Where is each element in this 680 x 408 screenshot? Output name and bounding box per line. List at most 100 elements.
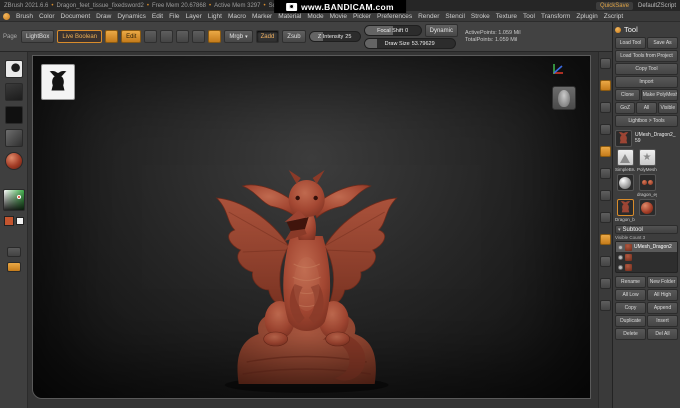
import-button[interactable]: Import	[615, 76, 678, 88]
scale-mode-icon[interactable]	[176, 30, 190, 43]
edit-button[interactable]: Edit	[121, 30, 142, 43]
menu-item[interactable]: Mode	[304, 13, 326, 20]
texture-icon[interactable]	[4, 129, 23, 147]
menu-item[interactable]: Light	[205, 13, 225, 20]
tray-widget-icon[interactable]	[600, 212, 611, 223]
color-picker[interactable]	[2, 189, 25, 211]
menu-item[interactable]: File	[166, 13, 182, 20]
save-as-button[interactable]: Save As	[647, 37, 678, 49]
menu-item[interactable]: Color	[36, 13, 58, 20]
goz-button[interactable]: GoZ	[615, 102, 636, 114]
tray-widget-icon[interactable]	[600, 278, 611, 289]
eye-icon[interactable]	[618, 244, 623, 250]
tray-widget-icon[interactable]	[600, 168, 611, 179]
tray-widget-icon[interactable]	[600, 234, 611, 245]
lightbox-button[interactable]: LightBox	[21, 30, 55, 43]
dynamic-button[interactable]: Dynamic	[424, 24, 458, 37]
tray-widget-icon[interactable]	[600, 190, 611, 201]
menu-item[interactable]: Dynamics	[114, 13, 149, 20]
clone-button[interactable]: Clone	[615, 89, 640, 101]
subtool-section-header[interactable]: ▾ Subtool	[615, 225, 678, 234]
zsub-button[interactable]: Zsub	[282, 30, 306, 43]
zbrush-logo-icon[interactable]	[3, 12, 10, 20]
menu-item[interactable]: Brush	[13, 13, 36, 20]
menu-item[interactable]: Zplugin	[573, 13, 600, 20]
quicksave-button[interactable]: QuickSave	[595, 1, 633, 10]
menu-item[interactable]: Edit	[149, 13, 166, 20]
subtool-row[interactable]	[616, 262, 677, 272]
document-thumbnail[interactable]	[41, 64, 75, 100]
projection-master-icon[interactable]	[105, 30, 119, 43]
subtool-action-button[interactable]: New Folder	[647, 276, 678, 288]
tool-thumb-dragon-eyes[interactable]	[638, 174, 656, 191]
all-button[interactable]: All	[636, 102, 657, 114]
load-tool-button[interactable]: Load Tool	[615, 37, 646, 49]
tray-widget-icon[interactable]	[600, 124, 611, 135]
tray-widget-icon[interactable]	[600, 146, 611, 157]
menu-item[interactable]: Draw	[93, 13, 114, 20]
menu-item[interactable]: Layer	[183, 13, 205, 20]
visible-button[interactable]: Visible	[657, 102, 678, 114]
make-polymesh3d-button[interactable]: Make PolyMesh3D	[640, 89, 678, 101]
eye-icon[interactable]	[618, 264, 623, 270]
tool-thumb-simplebrush[interactable]	[616, 149, 634, 166]
main-color-swatch[interactable]	[3, 216, 14, 226]
tray-widget-icon[interactable]	[600, 102, 611, 113]
tool-palette-header[interactable]: Tool	[615, 24, 678, 35]
orientation-axis-icon[interactable]	[550, 62, 566, 76]
menu-item[interactable]: Stencil	[442, 13, 468, 20]
subtool-action-button[interactable]: Rename	[615, 276, 646, 288]
draw-mode-icon[interactable]	[144, 30, 158, 43]
default-zscript-label[interactable]: DefaultZScript	[638, 3, 676, 9]
tray-widget-icon[interactable]	[600, 300, 611, 311]
focal-shift-slider[interactable]: Focal Shift 0	[363, 25, 422, 36]
copy-tool-button[interactable]: Copy Tool	[615, 63, 678, 75]
rotate-mode-icon[interactable]	[192, 30, 206, 43]
tool-thumb-sphere[interactable]	[616, 174, 634, 191]
sculptris-pro-icon[interactable]	[208, 30, 222, 43]
current-tool-thumbnail[interactable]	[615, 130, 632, 147]
tool-thumb-polymesh3d[interactable]: ★	[638, 149, 656, 166]
menu-item[interactable]: Marker	[249, 13, 275, 20]
head-preview-icon[interactable]	[552, 86, 576, 110]
material-sphere-icon[interactable]	[4, 152, 23, 170]
menu-item[interactable]: Document	[58, 13, 94, 20]
move-mode-icon[interactable]	[160, 30, 174, 43]
menu-item[interactable]: Transform	[538, 13, 573, 20]
zadd-button[interactable]: Zadd	[255, 30, 280, 43]
lightbox-tools-button[interactable]: Lightbox > Tools	[615, 115, 678, 127]
switch-color-icon[interactable]	[6, 262, 21, 272]
tray-widget-icon[interactable]	[600, 256, 611, 267]
subtool-action-button[interactable]: Copy	[615, 302, 646, 314]
menu-item[interactable]: Render	[415, 13, 442, 20]
menu-item[interactable]: Stroke	[468, 13, 493, 20]
menu-item[interactable]: Material	[275, 13, 304, 20]
current-brush-icon[interactable]	[4, 60, 23, 78]
menu-item[interactable]: Tool	[520, 13, 538, 20]
secondary-color-swatch[interactable]	[15, 217, 24, 225]
subtool-action-button[interactable]: Insert	[647, 315, 678, 327]
menu-item[interactable]: Movie	[327, 13, 350, 20]
mrgb-button[interactable]: Mrgb	[224, 30, 253, 43]
subtool-row[interactable]	[616, 252, 677, 262]
tray-widget-icon[interactable]	[600, 58, 611, 69]
subtool-action-button[interactable]: Append	[647, 302, 678, 314]
menu-item[interactable]: Texture	[493, 13, 520, 20]
menu-item[interactable]: Macro	[225, 13, 249, 20]
subtool-action-button[interactable]: All Low	[615, 289, 646, 301]
alpha-icon[interactable]	[4, 106, 23, 124]
subtool-action-button[interactable]: All High	[647, 289, 678, 301]
live-boolean-button[interactable]: Live Boolean	[57, 30, 103, 43]
subtool-row-selected[interactable]: UMesh_Dragon2	[616, 242, 677, 252]
tool-thumb-dragon-base[interactable]	[616, 199, 634, 216]
tray-widget-icon[interactable]	[600, 80, 611, 91]
palette-menu-icon[interactable]	[615, 26, 621, 33]
menu-item[interactable]: Zscript	[601, 13, 627, 20]
subtool-action-button[interactable]: Del All	[647, 328, 678, 340]
eye-icon[interactable]	[618, 254, 623, 260]
gradient-toggle-icon[interactable]	[6, 247, 21, 257]
subtool-action-button[interactable]: Delete	[615, 328, 646, 340]
load-tools-from-project-button[interactable]: Load Tools from Project	[615, 50, 678, 62]
stroke-type-icon[interactable]	[4, 83, 23, 101]
sculpt-canvas[interactable]	[32, 55, 591, 399]
